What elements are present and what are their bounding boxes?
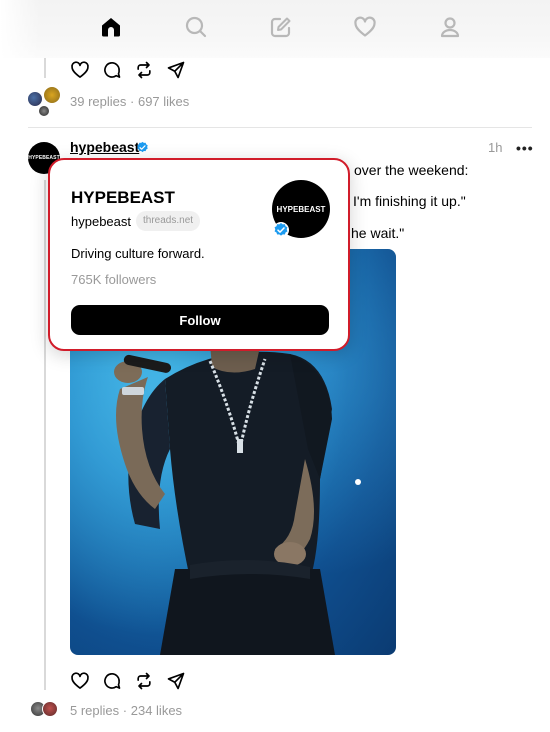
post-stats: 5 replies · 234 likes	[70, 703, 182, 718]
stats-separator: ·	[130, 94, 135, 109]
repost-icon[interactable]	[134, 60, 156, 82]
post-text-line: I'm finishing it up."	[353, 193, 466, 209]
search-icon[interactable]	[183, 14, 209, 40]
like-icon[interactable]	[70, 60, 92, 82]
avatar-logo-text: HYPEBEAST	[276, 204, 326, 214]
replies-link[interactable]: 39 replies	[70, 94, 126, 109]
thread-line	[44, 180, 46, 690]
profile-handle: hypebeast	[71, 214, 131, 229]
like-icon[interactable]	[70, 671, 92, 693]
reply-icon[interactable]	[102, 671, 124, 693]
share-icon[interactable]	[166, 60, 188, 82]
verified-icon	[273, 222, 289, 238]
replies-link[interactable]: 5 replies	[70, 703, 119, 718]
profile-bio: Driving culture forward.	[71, 246, 205, 261]
prev-post-actions	[70, 60, 190, 82]
post-text-line: he wait."	[351, 225, 405, 241]
replier-avatars	[30, 701, 62, 719]
stats-separator: ·	[122, 703, 128, 718]
more-options-icon[interactable]: •••	[516, 140, 534, 156]
post-timestamp: 1h	[488, 140, 503, 155]
reply-icon[interactable]	[102, 60, 124, 82]
profile-hover-card: HYPEBEAST hypebeast threads.net Driving …	[48, 158, 350, 351]
profile-icon[interactable]	[437, 14, 463, 40]
post-divider	[28, 127, 532, 128]
follow-button[interactable]: Follow	[71, 305, 329, 335]
post-actions	[70, 671, 190, 693]
avatar	[38, 105, 50, 117]
profile-name: HYPEBEAST	[71, 188, 175, 207]
home-icon[interactable]	[98, 14, 124, 40]
likes-link[interactable]: 697 likes	[138, 94, 189, 109]
compose-icon[interactable]	[268, 14, 294, 40]
heart-icon[interactable]	[352, 14, 378, 40]
post-username[interactable]: hypebeast	[70, 139, 139, 155]
domain-badge: threads.net	[136, 211, 201, 231]
top-navigation-bar	[0, 0, 550, 58]
likes-link[interactable]: 234 likes	[131, 703, 182, 718]
replier-avatars	[27, 86, 67, 118]
avatar	[43, 86, 61, 104]
followers-count[interactable]: 765K followers	[71, 272, 156, 287]
post-text-line: over the weekend:	[354, 162, 469, 178]
repost-icon[interactable]	[134, 671, 156, 693]
avatar	[42, 701, 58, 717]
share-icon[interactable]	[166, 671, 188, 693]
thread-line	[44, 58, 46, 78]
prev-post-stats: 39 replies · 697 likes	[70, 94, 189, 109]
verified-icon	[137, 141, 148, 153]
